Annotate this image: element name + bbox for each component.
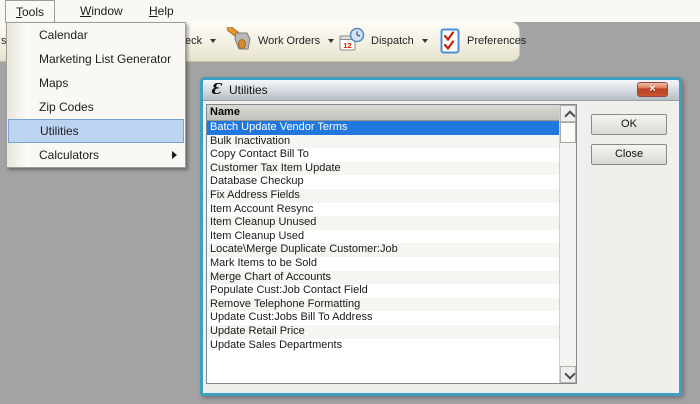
utilities-dialog: Ɛ Utilities × Name Batch Update Vendor T… bbox=[200, 77, 682, 396]
toolbar-preferences-label: Preferences bbox=[467, 35, 527, 47]
ok-button[interactable]: OK bbox=[591, 114, 667, 135]
menu-item-maps[interactable]: Maps bbox=[7, 71, 185, 95]
close-icon: × bbox=[649, 83, 656, 95]
toolbar-check-partial-label: eck bbox=[185, 35, 203, 47]
vertical-scrollbar[interactable] bbox=[559, 105, 576, 383]
preferences-checklist-icon bbox=[440, 28, 460, 54]
menubar-item-tools[interactable]: Tools bbox=[5, 0, 56, 23]
list-item[interactable]: Item Account Resync bbox=[207, 203, 559, 217]
menu-item-calculators[interactable]: Calculators bbox=[7, 143, 185, 167]
dialog-titlebar: Ɛ Utilities × bbox=[203, 80, 679, 101]
menu-item-maps-label: Maps bbox=[39, 76, 69, 90]
menu-item-calendar-label: Calendar bbox=[39, 28, 88, 42]
menubar-item-window[interactable]: Window bbox=[70, 0, 133, 22]
scroll-down-icon bbox=[563, 368, 576, 380]
list-item[interactable]: Bulk Inactivation bbox=[207, 134, 559, 149]
list-item[interactable]: Locate\Merge Duplicate Customer:Job bbox=[207, 243, 559, 257]
list-rows: Batch Update Vendor Terms Bulk Inactivat… bbox=[207, 121, 559, 383]
list-item[interactable]: Database Checkup bbox=[207, 175, 559, 189]
menubar-item-help[interactable]: Help bbox=[139, 0, 184, 22]
dialog-close-button[interactable]: × bbox=[637, 82, 668, 97]
hammer-icon bbox=[226, 27, 251, 50]
list-item[interactable]: Fix Address Fields bbox=[207, 188, 559, 203]
toolbar-work-orders-label: Work Orders bbox=[258, 35, 321, 47]
list-item[interactable]: Populate Cust:Job Contact Field bbox=[207, 284, 559, 298]
scroll-up-icon bbox=[563, 110, 576, 122]
menu-item-utilities[interactable]: Utilities bbox=[8, 119, 184, 143]
toolbar-button-check-partial[interactable]: eck bbox=[181, 22, 220, 60]
menu-item-zip-codes[interactable]: Zip Codes bbox=[7, 95, 185, 119]
list-item[interactable]: Copy Contact Bill To bbox=[207, 148, 559, 162]
menu-item-marketing-list-generator-label: Marketing List Generator bbox=[39, 52, 172, 66]
menu-item-zip-codes-label: Zip Codes bbox=[39, 100, 94, 114]
menu-item-calculators-label: Calculators bbox=[39, 148, 100, 162]
list-item[interactable]: Mark Items to be Sold bbox=[207, 257, 559, 271]
list-item[interactable]: Merge Chart of Accounts bbox=[207, 270, 559, 285]
list-item[interactable]: Update Cust:Jobs Bill To Address bbox=[207, 311, 559, 325]
list-item[interactable]: Item Cleanup Unused bbox=[207, 216, 559, 230]
menubar-item-tools-label: Tools bbox=[16, 5, 45, 19]
scrollbar-down-button[interactable] bbox=[560, 366, 576, 383]
dropdown-arrow-icon bbox=[421, 39, 428, 43]
menu-item-calendar[interactable]: Calendar bbox=[7, 23, 185, 47]
toolbar-dispatch-label: Dispatch bbox=[371, 35, 414, 47]
dialog-body: Name Batch Update Vendor Terms Bulk Inac… bbox=[203, 101, 679, 394]
utilities-listbox: Name Batch Update Vendor Terms Bulk Inac… bbox=[206, 104, 577, 384]
list-item[interactable]: Item Cleanup Used bbox=[207, 230, 559, 244]
scrollbar-up-button[interactable] bbox=[560, 105, 576, 122]
dispatch-icon-number: 12 bbox=[343, 41, 351, 50]
list-column-header-name[interactable]: Name bbox=[207, 105, 559, 121]
menubar-item-help-label: Help bbox=[149, 4, 174, 18]
dispatch-calendar-clock-icon: 12 bbox=[339, 27, 365, 51]
list-item[interactable]: Remove Telephone Formatting bbox=[207, 297, 559, 312]
list-item[interactable]: Customer Tax Item Update bbox=[207, 161, 559, 176]
dropdown-arrow-icon bbox=[210, 39, 217, 43]
toolbar-button-work-orders[interactable]: Work Orders bbox=[219, 22, 338, 60]
close-button[interactable]: Close bbox=[591, 144, 667, 165]
submenu-arrow-icon bbox=[172, 151, 177, 159]
menu-item-utilities-label: Utilities bbox=[40, 124, 79, 138]
list-item[interactable]: Update Sales Departments bbox=[207, 339, 559, 353]
dialog-title: Utilities bbox=[229, 83, 268, 97]
list-item[interactable]: Update Retail Price bbox=[207, 324, 559, 339]
app-background: { "menubar": { "items": [ { "label": "To… bbox=[0, 0, 700, 404]
list-item[interactable]: Batch Update Vendor Terms bbox=[207, 121, 559, 135]
toolbar-button-preferences[interactable]: Preferences bbox=[434, 22, 530, 60]
tools-menu: Calendar Marketing List Generator Maps Z… bbox=[6, 22, 186, 168]
toolbar-button-dispatch[interactable]: 12 Dispatch bbox=[334, 22, 432, 60]
app-icon: Ɛ bbox=[210, 80, 222, 98]
menubar-item-window-label: Window bbox=[80, 4, 123, 18]
scrollbar-thumb[interactable] bbox=[560, 122, 576, 143]
menubar: Tools Window Help bbox=[0, 0, 700, 23]
menu-item-marketing-list-generator[interactable]: Marketing List Generator bbox=[7, 47, 185, 71]
